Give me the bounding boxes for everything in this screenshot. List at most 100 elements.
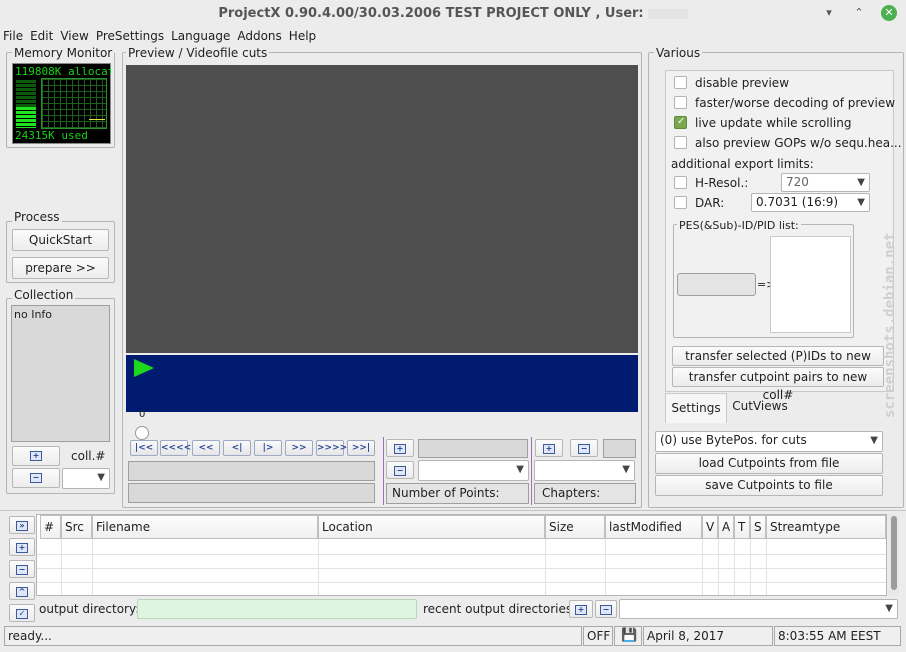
watermark-text: screenshots.debian.net — [882, 232, 898, 418]
chevron-down-icon: ▼ — [885, 603, 893, 614]
nav-rewind-button[interactable]: << — [192, 440, 220, 456]
play-icon[interactable] — [134, 359, 154, 377]
nav-forward-fast-button[interactable]: >>>> — [316, 440, 347, 456]
collection-number-select[interactable]: ▼ — [62, 468, 110, 489]
load-cutpoints-button[interactable]: load Cutpoints from file — [655, 453, 883, 474]
collection-info-area: no Info — [11, 305, 110, 442]
remove-directory-button[interactable]: − — [595, 600, 617, 618]
dar-checkbox[interactable] — [674, 196, 687, 209]
chevron-down-icon: ▼ — [857, 177, 865, 188]
save-icon[interactable]: 💾 — [614, 626, 642, 646]
prepare-button[interactable]: prepare >> — [12, 257, 109, 279]
open-files-button[interactable]: » — [9, 516, 35, 534]
nav-last-button[interactable]: >>| — [347, 440, 375, 456]
disable-preview-checkbox[interactable] — [674, 76, 687, 89]
remove-point-button[interactable]: − — [386, 461, 414, 479]
pid-list-label: PES(&Sub)-ID/PID list: — [677, 219, 801, 233]
col-header-s[interactable]: S — [750, 515, 766, 539]
status-toggle[interactable]: OFF — [583, 626, 613, 646]
collection-add-button[interactable]: + — [12, 446, 60, 466]
prepare-label: prepare >> — [25, 261, 96, 275]
save-cutpoints-button[interactable]: save Cutpoints to file — [655, 475, 883, 496]
dar-label: DAR: — [695, 196, 725, 210]
table-grid — [750, 539, 751, 595]
memory-monitor-display: 119808K allocate 24315K used — [12, 63, 111, 144]
status-date: April 8, 2017 — [643, 626, 773, 646]
pid-list-box[interactable] — [770, 236, 851, 333]
pid-input[interactable] — [677, 273, 756, 296]
nav-prev-button[interactable]: <| — [223, 440, 251, 456]
chapters-panel: Chapters: — [534, 483, 636, 504]
tab-settings-label: Settings — [671, 401, 721, 415]
recent-directories-select[interactable]: ▼ — [619, 599, 898, 619]
col-header-number[interactable]: # — [40, 515, 61, 539]
nav-first-button[interactable]: |<< — [130, 440, 158, 456]
col-header-t[interactable]: T — [734, 515, 750, 539]
add-point-button[interactable]: + — [386, 439, 414, 457]
remove-file-button[interactable]: − — [9, 560, 35, 578]
window-title: ProjectX 0.90.4.00/30.03.2006 TEST PROJE… — [0, 6, 906, 21]
quickstart-button[interactable]: QuickStart — [12, 229, 109, 251]
output-directory-field[interactable] — [137, 599, 417, 619]
bytepos-select[interactable]: (0) use BytePos. for cuts ▼ — [655, 431, 883, 452]
dar-select[interactable]: 0.7031 (16:9) ▼ — [751, 193, 870, 212]
col-header-location[interactable]: Location — [318, 515, 545, 539]
chapters-select[interactable]: ▼ — [534, 460, 635, 481]
menu-help[interactable]: Help — [289, 28, 316, 44]
scrollbar-thumb[interactable] — [891, 516, 897, 590]
add-file-button[interactable]: + — [9, 538, 35, 556]
apply-button[interactable]: ✓ — [9, 604, 35, 622]
menu-file[interactable]: File — [3, 28, 23, 44]
table-grid — [702, 539, 703, 595]
menu-language[interactable]: Language — [171, 28, 230, 44]
move-up-button[interactable]: ^ — [9, 582, 35, 600]
menu-view[interactable]: View — [60, 28, 88, 44]
col-header-size[interactable]: Size — [545, 515, 605, 539]
menu-addons[interactable]: Addons — [237, 28, 281, 44]
transfer-cuts-button[interactable]: transfer cutpoint pairs to new coll# — [672, 367, 884, 402]
add-directory-button[interactable]: + — [569, 600, 593, 618]
menu-edit[interactable]: Edit — [30, 28, 53, 44]
collection-remove-button[interactable]: − — [12, 468, 60, 488]
hresol-select[interactable]: 720 ▼ — [781, 173, 870, 192]
memory-allocated-text: 119808K allocate — [15, 65, 111, 78]
close-button[interactable]: ✕ — [881, 5, 897, 21]
output-directory-label: output directory: — [39, 602, 140, 616]
number-of-points-label: Number of Points: — [392, 486, 500, 500]
col-header-a[interactable]: A — [718, 515, 734, 539]
table-grid — [605, 539, 606, 595]
hresol-checkbox[interactable] — [674, 176, 687, 189]
memory-used-text: 24315K used — [15, 129, 88, 142]
nav-forward-button[interactable]: >> — [285, 440, 313, 456]
col-header-lastmodified[interactable]: lastModified — [605, 515, 702, 539]
points-select[interactable]: ▼ — [418, 460, 529, 481]
faster-decoding-checkbox[interactable] — [674, 96, 687, 109]
memory-monitor-label: Memory Monitor — [12, 46, 115, 60]
table-grid — [766, 539, 767, 595]
maximize-button[interactable]: ⌃ — [850, 4, 868, 22]
add-chapter-button[interactable]: + — [535, 439, 563, 457]
col-header-src[interactable]: Src — [61, 515, 92, 539]
table-grid — [545, 539, 546, 595]
nav-rewind-fast-button[interactable]: <<<< — [160, 440, 191, 456]
minimize-button[interactable]: ▾ — [820, 4, 838, 22]
timeline-bar[interactable] — [126, 355, 638, 412]
tab-settings[interactable]: Settings — [665, 393, 727, 423]
remove-chapter-button[interactable]: − — [570, 439, 598, 457]
position-slider-thumb[interactable] — [135, 426, 149, 440]
menu-presettings[interactable]: PreSettings — [96, 28, 164, 44]
col-header-streamtype[interactable]: Streamtype — [766, 515, 886, 539]
nav-next-button[interactable]: |> — [254, 440, 282, 456]
minus-icon: − — [578, 444, 590, 454]
preview-gops-checkbox[interactable] — [674, 136, 687, 149]
col-header-filename[interactable]: Filename — [92, 515, 318, 539]
number-of-points-panel: Number of Points: — [386, 483, 529, 504]
tab-cutviews[interactable]: CutViews — [732, 398, 788, 414]
transfer-pids-button[interactable]: transfer selected (P)IDs to new coll# — [672, 346, 884, 381]
col-header-v[interactable]: V — [702, 515, 718, 539]
table-scrollbar[interactable] — [889, 514, 899, 596]
chapters-label: Chapters: — [542, 486, 601, 500]
save-cutpoints-label: save Cutpoints to file — [705, 478, 833, 492]
live-update-checkbox[interactable] — [674, 116, 687, 129]
file-table[interactable]: # Src Filename Location Size lastModifie… — [36, 514, 887, 596]
